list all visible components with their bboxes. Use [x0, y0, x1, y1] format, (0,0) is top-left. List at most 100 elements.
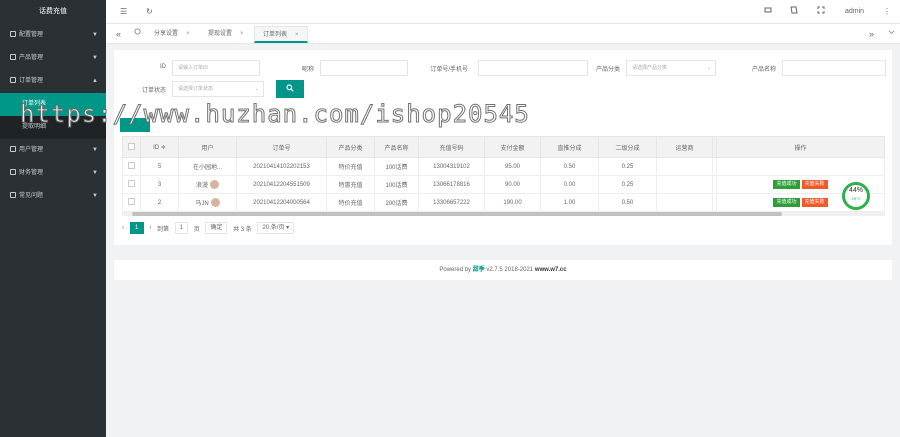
- cell-category: 特惠充值: [326, 175, 375, 194]
- product-icon: [10, 54, 16, 61]
- tabs-bar: « 分享设置 × 提现设置 × 订单列表 × »: [106, 24, 900, 44]
- select-all-checkbox[interactable]: [128, 142, 135, 150]
- col-pay: 支付金额: [484, 136, 541, 158]
- row-checkbox[interactable]: [128, 180, 135, 187]
- cell-product-name: 200话费: [374, 193, 419, 212]
- footer-site[interactable]: www.w7.cc: [535, 267, 567, 273]
- topbar: ☰ ↻ admin ⋮: [106, 0, 900, 24]
- goto-confirm-button[interactable]: 确定: [205, 222, 228, 234]
- col-product-name: 产品名称: [374, 136, 419, 158]
- cell-order-no: 20210412204551509: [236, 175, 327, 194]
- cell-direct-share: 0.00: [540, 175, 599, 194]
- cell-id: 5: [140, 157, 179, 176]
- sidebar-item-faq[interactable]: 常见问题 ▼: [0, 185, 106, 208]
- order-status-label: 订单状态: [141, 88, 166, 94]
- chevron-down-icon: ▼: [92, 193, 98, 199]
- sidebar-item-finance[interactable]: 财务管理 ▼: [0, 162, 106, 185]
- recharge-fail-button[interactable]: 充值失败: [801, 198, 828, 207]
- per-page-select[interactable]: 20 条/页 ▾: [257, 222, 295, 234]
- col-operator: 运营商: [656, 136, 713, 158]
- user-name[interactable]: admin: [845, 0, 864, 24]
- more-icon[interactable]: ⋮: [883, 0, 891, 24]
- cell-direct-share: 0.50: [540, 157, 599, 176]
- config-icon: [10, 31, 16, 38]
- theme-icon[interactable]: [790, 0, 798, 24]
- performance-gauge[interactable]: 44% 29°C: [842, 182, 870, 210]
- recharge-success-button[interactable]: 充值成功: [773, 180, 800, 189]
- recharge-success-button[interactable]: 充值成功: [773, 198, 800, 207]
- tab-label: 分享设置: [154, 31, 179, 37]
- footer-powered: Powered by: [439, 267, 472, 273]
- row-checkbox[interactable]: [128, 198, 135, 205]
- menu-toggle-icon[interactable]: ☰: [120, 0, 127, 24]
- col-actions: 操作: [716, 136, 885, 158]
- user-name: 浪漫: [195, 182, 208, 189]
- cell-operator: [656, 175, 713, 194]
- table-header-row: ID ≑ 用户 订单号 产品分类 产品名称 充值号码 支付金额 直推分成 二级分…: [122, 136, 885, 158]
- chevron-down-icon: ▼: [92, 170, 98, 176]
- fullscreen-icon[interactable]: [817, 0, 825, 24]
- chevron-down-icon: ⌄: [254, 86, 259, 92]
- cell-phone: 13066178816: [418, 175, 485, 194]
- chevron-down-icon: ▼: [92, 55, 98, 61]
- cell-pay: 90.00: [484, 175, 541, 194]
- id-input[interactable]: 请输入订单ID: [172, 60, 260, 76]
- footer: Powered by 甜季 v2.7.5 2018-2021 www.w7.cc: [114, 260, 892, 280]
- row-checkbox-cell[interactable]: [122, 157, 141, 176]
- product-name-input[interactable]: [782, 60, 886, 76]
- col-phone: 充值号码: [418, 136, 485, 158]
- order-phone-label: 订单号/手机号: [430, 67, 468, 73]
- tab-label: 订单列表: [263, 32, 288, 38]
- table-horizontal-scrollbar[interactable]: [122, 212, 885, 216]
- page-unit-label: 页: [193, 226, 200, 233]
- tab-share-settings[interactable]: 分享设置 ×: [146, 26, 198, 43]
- id-label: ID: [160, 64, 166, 70]
- select-all-header[interactable]: [122, 136, 141, 158]
- cell-order-no: 20210414102202153: [236, 157, 327, 176]
- sidebar-item-users[interactable]: 用户管理 ▼: [0, 139, 106, 162]
- product-name-label: 产品名称: [751, 67, 776, 73]
- page-next-icon[interactable]: ›: [149, 225, 151, 231]
- refresh-icon[interactable]: ↻: [146, 0, 153, 24]
- sidebar-item-orders[interactable]: 订单管理 ▲: [0, 70, 106, 93]
- cell-user: 浪漫: [178, 175, 237, 194]
- close-icon[interactable]: ×: [240, 31, 244, 37]
- row-checkbox[interactable]: [128, 162, 135, 169]
- chevron-down-icon: ⌄: [706, 65, 711, 71]
- sidebar-item-products[interactable]: 产品管理 ▼: [0, 47, 106, 70]
- pagination: ‹ 1 › 到第 1 页 确定 共 3 条 20 条/页 ▾: [122, 222, 298, 236]
- message-icon[interactable]: [764, 0, 772, 24]
- search-button[interactable]: [276, 80, 304, 98]
- scrollbar-thumb[interactable]: [132, 212, 782, 216]
- col-direct-share: 直推分成: [540, 136, 599, 158]
- tab-withdraw-settings[interactable]: 提现设置 ×: [200, 26, 252, 43]
- tab-order-list[interactable]: 订单列表 ×: [254, 26, 308, 43]
- nickname-label: 昵称: [301, 67, 314, 73]
- cell-actions: [716, 157, 885, 176]
- category-select[interactable]: 请选择产品分类 ⌄: [626, 60, 716, 76]
- cell-operator: [656, 157, 713, 176]
- row-checkbox-cell[interactable]: [122, 175, 141, 194]
- order-status-placeholder: 请选择订单状态: [178, 86, 214, 92]
- tabs-next-icon[interactable]: »: [861, 26, 882, 43]
- avatar: [210, 180, 219, 190]
- chevron-down-icon[interactable]: [880, 26, 900, 43]
- avatar: [210, 198, 220, 208]
- col-id[interactable]: ID ≑: [140, 136, 179, 158]
- footer-brand[interactable]: 甜季: [473, 267, 485, 273]
- order-status-select[interactable]: 请选择订单状态 ⌄: [172, 81, 264, 97]
- order-phone-input[interactable]: [478, 60, 588, 76]
- page-current[interactable]: 1: [129, 222, 144, 234]
- orders-table: ID ≑ 用户 订单号 产品分类 产品名称 充值号码 支付金额 直推分成 二级分…: [122, 136, 885, 212]
- category-placeholder: 请选择产品分类: [632, 65, 668, 71]
- nickname-input[interactable]: [320, 60, 408, 76]
- page-prev-icon[interactable]: ‹: [122, 225, 124, 231]
- watermark-text: https://www.huzhan.com/ishop20545: [20, 100, 530, 129]
- close-icon[interactable]: ×: [186, 31, 190, 37]
- recharge-fail-button[interactable]: 充值失败: [801, 180, 828, 189]
- goto-page-input[interactable]: 1: [174, 222, 189, 234]
- close-icon[interactable]: ×: [295, 32, 299, 38]
- col-user: 用户: [178, 136, 237, 158]
- row-checkbox-cell[interactable]: [122, 193, 141, 212]
- sidebar-item-config[interactable]: 配置管理 ▼: [0, 24, 106, 47]
